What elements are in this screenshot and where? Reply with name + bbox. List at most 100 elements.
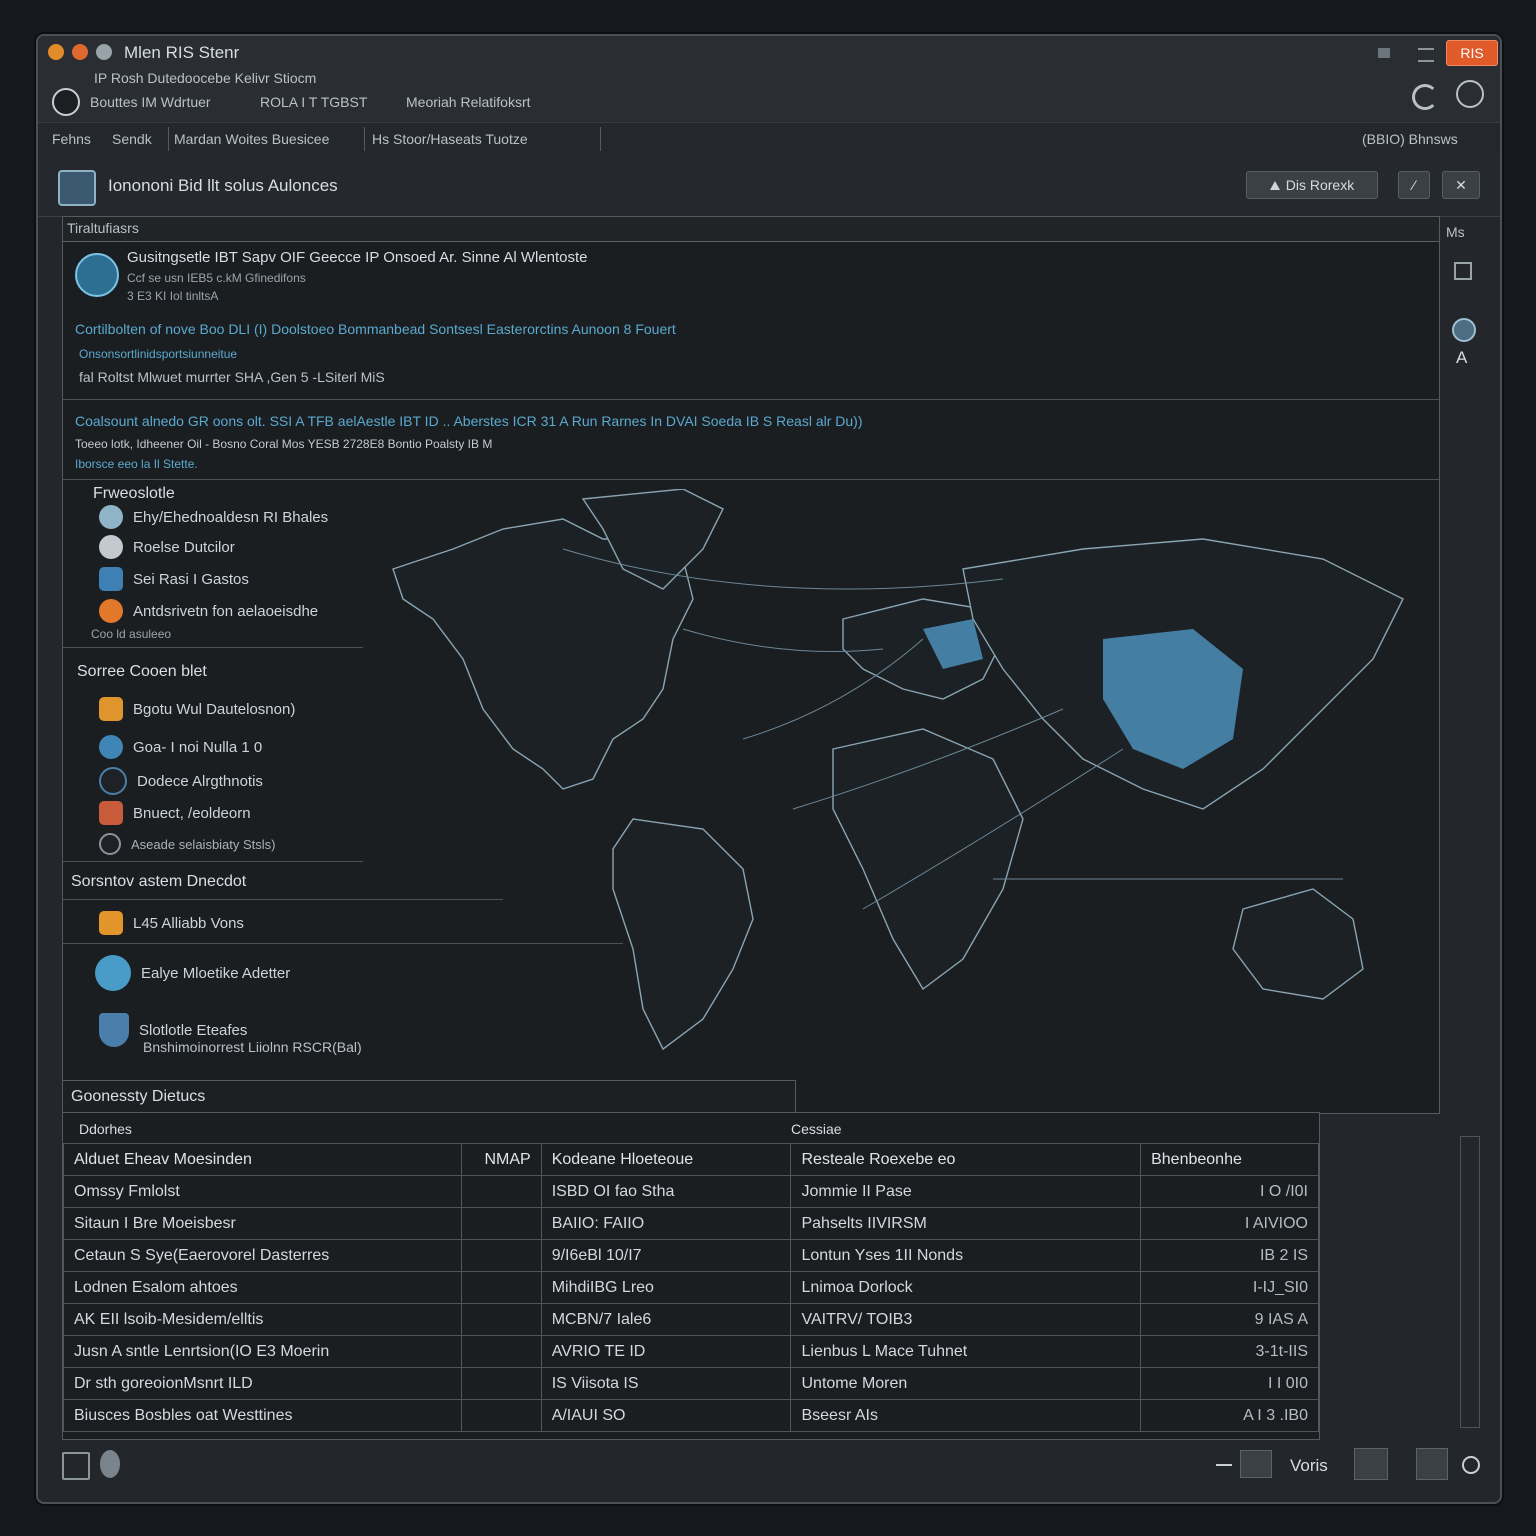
fire-icon xyxy=(99,599,123,623)
prevalence-item[interactable]: Roelse Dutcilor xyxy=(99,535,235,559)
summary-blue2[interactable]: Iborsce eeo la Il Stette. xyxy=(75,457,198,471)
table-cell: 3-1t-IIS xyxy=(1140,1335,1319,1368)
minus-icon[interactable] xyxy=(1216,1464,1232,1466)
entry-line3: 3 E3 KI Iol tinltsA xyxy=(127,289,219,303)
table-cell xyxy=(460,1303,542,1336)
column-header[interactable]: Kodeane Hloeteoue xyxy=(540,1143,792,1176)
menu-item-file[interactable]: Fehns xyxy=(52,131,91,147)
window-minimize-icon[interactable] xyxy=(72,44,88,60)
table-section-title: Goonessty Dietucs xyxy=(71,1088,206,1105)
table-row[interactable]: AK EII lsoib-Mesidem/elltis MCBN/7 Iale6 V… xyxy=(63,1303,1319,1336)
detection-item-label: Slotlotle Eteafes xyxy=(139,1021,248,1039)
table-section-tab[interactable]: Goonessty Dietucs xyxy=(62,1080,796,1114)
column-header[interactable]: Resteale Roexebe eo xyxy=(790,1143,1142,1176)
device-icon xyxy=(99,567,123,591)
table-cell: Lienbus L Mace Tuhnet xyxy=(790,1335,1142,1368)
vertical-scrollbar[interactable] xyxy=(1460,1136,1480,1428)
table-header-row: Alduet Eheav Moesinden NMAP Kodeane Hloe… xyxy=(63,1143,1319,1176)
table-cell: Lodnen Esalom ahtoes xyxy=(63,1271,462,1304)
column-header[interactable]: NMAP xyxy=(460,1143,542,1176)
status-label: Voris xyxy=(1290,1456,1328,1475)
tray-badge[interactable]: RIS xyxy=(1446,40,1498,66)
account-icon[interactable] xyxy=(1456,80,1484,108)
right-rail-label: Ms xyxy=(1446,224,1465,240)
refresh-icon[interactable] xyxy=(1412,84,1438,110)
detection-title: Sorsntov astem Dnecdot xyxy=(71,873,247,890)
menu-item-tools[interactable]: Hs Stoor/Haseats Tuotze xyxy=(372,131,528,147)
text-tool-icon[interactable]: A xyxy=(1456,348,1467,368)
window-close-icon[interactable] xyxy=(48,44,64,60)
table-cell: MCBN/7 Iale6 xyxy=(540,1303,792,1336)
table-row[interactable]: Cetaun S Sye(Eaerovorel Dasterres 9/I6eBl… xyxy=(63,1239,1319,1272)
app-window: Mlen RIS Stenr IP Rosh Dutedoocebe Keliv… xyxy=(36,34,1502,1504)
panel-header-label: Tiraltufiasrs xyxy=(67,220,139,236)
globe-icon xyxy=(95,955,131,991)
settings-icon[interactable] xyxy=(100,1450,120,1478)
entry-blue-line2[interactable]: Onsonsortlinidsportsiunneitue xyxy=(79,347,237,361)
table-row[interactable]: Omssy Fmlolst ISBD OI fao Stha Jommie II P… xyxy=(63,1175,1319,1208)
table-cell: A I 3 .IB0 xyxy=(1140,1399,1319,1432)
column-header[interactable]: Alduet Eheav Moesinden xyxy=(63,1143,462,1176)
menu-item-search[interactable]: Sendk xyxy=(112,131,152,147)
window-zoom-icon[interactable] xyxy=(96,44,112,60)
tools-icon[interactable] xyxy=(1354,1448,1388,1480)
source-section: Sorree Cooen blet Bgotu Wul Dautelosnon)… xyxy=(63,647,363,862)
entry-line2: Ccf se usn IEB5 c.kM Gfinedifons xyxy=(127,271,306,285)
help-icon[interactable] xyxy=(1462,1456,1480,1474)
table-cell: BAIIO: FAIIO xyxy=(540,1207,792,1240)
column-header[interactable]: Bhenbeonhe xyxy=(1140,1143,1319,1176)
menu-right-label[interactable]: (BBIO) Bhnsws xyxy=(1362,131,1458,147)
source-item[interactable]: Goa- I noi Nulla 1 0 xyxy=(99,735,262,759)
panel-header: Tiraltufiasrs xyxy=(63,217,1439,242)
menu-item-workspace[interactable]: Mardan Woites Buesicee xyxy=(174,131,329,147)
menu-icon[interactable] xyxy=(1418,48,1434,62)
table-cell: Bseesr AIs xyxy=(790,1399,1142,1432)
source-item[interactable]: Aseade selaisbiaty Stsls) xyxy=(99,833,276,855)
summary-line2: Toeeo lotk, Idheener Oil - Bosno Coral M… xyxy=(75,437,493,451)
source-item[interactable]: Dodece Alrgthnotis xyxy=(99,767,263,795)
window-icon[interactable] xyxy=(1454,262,1472,280)
table-row[interactable]: Dr sth goreoionMsnrt ILD IS Viisota IS Unt… xyxy=(63,1367,1319,1400)
table-row[interactable]: Sitaun I Bre Moeisbesr BAIIO: FAIIO Pahsel… xyxy=(63,1207,1319,1240)
prevalence-section: Frweoslotle Ehy/Ehednoaldesn RI Bhales R… xyxy=(63,479,363,648)
network-icon[interactable] xyxy=(1240,1450,1272,1478)
source-item[interactable]: Bnuect, /eoldeorn xyxy=(99,801,251,825)
table-cell: A/IAUI SO xyxy=(540,1399,792,1432)
data-table-panel: Ddorhes Cessiae Alduet Eheav Moesinden N… xyxy=(62,1112,1320,1440)
table-left-header: Ddorhes xyxy=(79,1121,132,1137)
table-cell: MihdiIBG Lreo xyxy=(540,1271,792,1304)
summary-blue[interactable]: Coalsount alnedo GR oons olt. SSI A TFB … xyxy=(75,413,863,429)
table-row[interactable]: Lodnen Esalom ahtoes MihdiIBG Lreo Lnimoa … xyxy=(63,1271,1319,1304)
detection-item[interactable]: L45 Alliabb Vons xyxy=(99,911,244,935)
table-cell: Lontun Yses 1II Nonds xyxy=(790,1239,1142,1272)
table-cell xyxy=(460,1399,542,1432)
prevalence-item-label: Antdsrivetn fon aelaoeisdhe xyxy=(133,602,319,620)
tile-icon[interactable] xyxy=(1378,48,1390,58)
source-item-label: Bnuect, /eoldeorn xyxy=(133,804,251,822)
folder-icon xyxy=(99,697,123,721)
prevalence-item[interactable]: Sei Rasi I Gastos xyxy=(99,567,249,591)
prevalence-item[interactable]: Ehy/Ehednoaldesn RI Bhales xyxy=(99,505,328,529)
table-row[interactable]: Jusn A sntle Lenrtsion(IO E3 Moerin AVRIO… xyxy=(63,1335,1319,1368)
chart-icon[interactable]: ⁄ xyxy=(1398,171,1430,199)
save-icon[interactable] xyxy=(1416,1448,1448,1480)
table-body: Omssy Fmlolst ISBD OI fao Stha Jommie II P… xyxy=(63,1175,1319,1432)
toolbar: Ionononi Bid llt solus Aulonces Dis Rore… xyxy=(38,156,1500,217)
source-item-label: Aseade selaisbiaty Stsls) xyxy=(131,836,276,852)
expand-icon[interactable]: ✕ xyxy=(1442,171,1480,199)
entry-blue-line[interactable]: Cortilbolten of nove Boo DLI (I) Doolsto… xyxy=(75,321,676,337)
table-cell: Pahselts IIVIRSM xyxy=(790,1207,1142,1240)
detection-item[interactable]: Ealye Mloetike Adetter xyxy=(95,955,290,991)
source-item[interactable]: Bgotu Wul Dautelosnon) xyxy=(99,697,295,721)
calendar-icon[interactable] xyxy=(62,1452,90,1480)
primary-action-button[interactable]: Dis Rorexk xyxy=(1246,171,1378,199)
right-rail: Ms A xyxy=(1442,216,1488,1116)
globe-icon[interactable] xyxy=(1452,318,1476,342)
map-south-america xyxy=(612,818,754,1051)
app-logo-icon xyxy=(58,170,96,206)
data-table: Alduet Eheav Moesinden NMAP Kodeane Hloe… xyxy=(63,1143,1319,1432)
primary-action-label: Dis Rorexk xyxy=(1285,177,1355,193)
table-row[interactable]: Biusces Bosbles oat Westtines A/IAUI SO Bs… xyxy=(63,1399,1319,1432)
world-map[interactable] xyxy=(363,489,1439,1059)
prevalence-item[interactable]: Antdsrivetn fon aelaoeisdhe xyxy=(99,599,318,623)
